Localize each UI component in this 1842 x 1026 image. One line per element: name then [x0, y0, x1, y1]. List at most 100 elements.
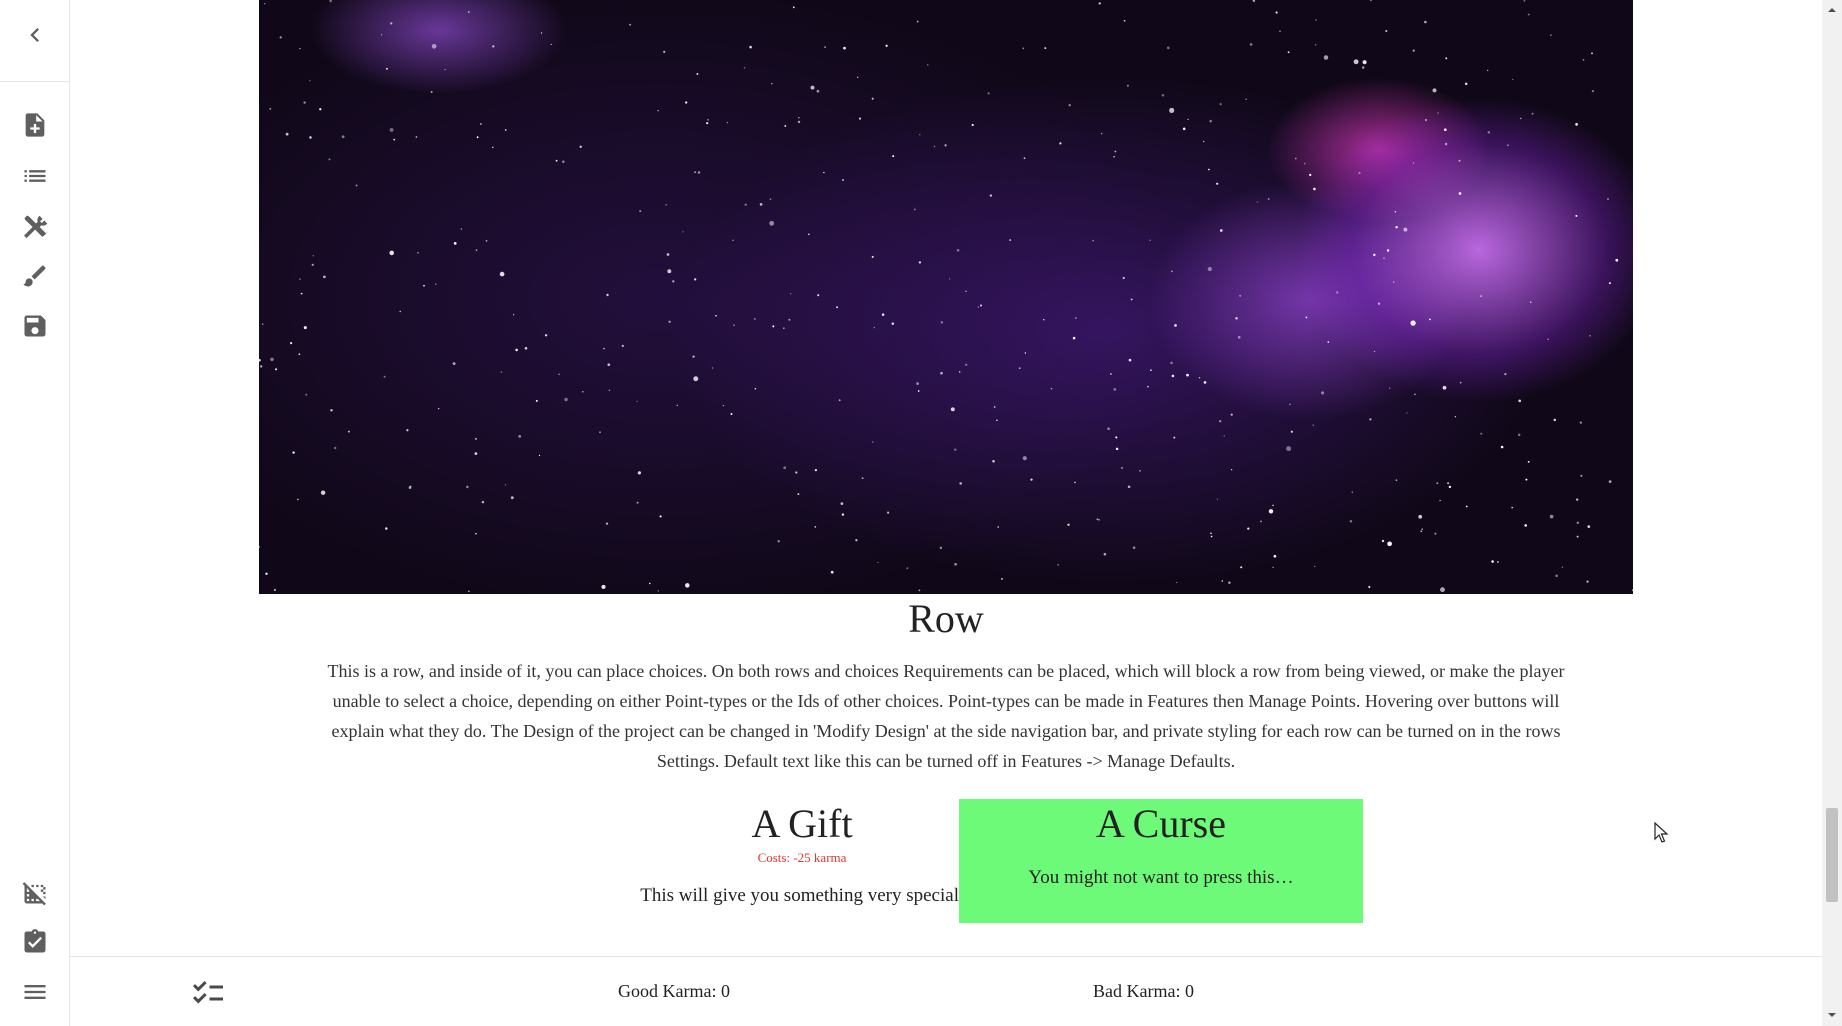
star	[965, 290, 967, 293]
selected-choices-icon[interactable]	[190, 975, 226, 1011]
star	[1120, 466, 1124, 469]
star	[1256, 201, 1258, 203]
star	[1115, 436, 1118, 439]
star	[380, 34, 383, 36]
star	[977, 306, 979, 308]
star	[685, 101, 688, 104]
choice-title: A Gift	[751, 801, 853, 846]
star	[1275, 11, 1278, 14]
star	[950, 407, 955, 412]
star	[1424, 20, 1427, 24]
star	[1439, 499, 1441, 502]
star	[259, 546, 260, 548]
star	[1074, 481, 1076, 484]
star	[840, 502, 844, 505]
star	[1361, 66, 1365, 69]
star	[1445, 57, 1448, 60]
star	[940, 371, 943, 375]
star	[1312, 424, 1314, 426]
star	[1412, 49, 1415, 52]
modify-design-icon[interactable]	[15, 256, 55, 296]
hide-images-icon[interactable]	[15, 873, 55, 913]
star	[841, 178, 845, 182]
star	[1113, 155, 1115, 158]
star	[996, 419, 998, 422]
star	[297, 498, 299, 501]
star	[1103, 552, 1107, 556]
star	[1289, 403, 1291, 406]
star	[1589, 334, 1591, 337]
star	[538, 454, 541, 457]
star	[858, 117, 862, 120]
star	[438, 407, 440, 410]
star	[782, 327, 785, 330]
star	[939, 546, 943, 550]
star	[558, 373, 560, 376]
save-icon[interactable]	[15, 306, 55, 346]
choice-a-curse[interactable]: A Curse You might not want to press this…	[959, 799, 1363, 923]
star	[1305, 316, 1308, 319]
clipboard-icon[interactable]	[15, 922, 55, 962]
star	[788, 318, 791, 321]
scroll-up-arrow-icon[interactable]	[1827, 5, 1837, 15]
star	[1315, 19, 1317, 21]
star	[334, 446, 337, 450]
star	[1555, 574, 1558, 578]
star	[423, 284, 425, 287]
features-tools-icon[interactable]	[15, 206, 55, 246]
star	[1107, 427, 1110, 431]
star	[279, 36, 282, 39]
vertical-scrollbar[interactable]	[1822, 0, 1842, 1026]
star	[1529, 301, 1532, 303]
star	[797, 120, 801, 124]
star	[754, 387, 757, 390]
star	[1018, 367, 1021, 369]
good-karma-points: Good Karma: 0	[618, 981, 730, 1001]
mouse-cursor-icon	[1654, 822, 1669, 843]
star	[607, 363, 611, 367]
star	[406, 429, 409, 432]
star	[562, 160, 565, 163]
scroll-down-arrow-icon[interactable]	[1827, 1010, 1837, 1020]
star	[808, 233, 810, 235]
star	[726, 121, 729, 124]
star	[1279, 30, 1281, 33]
star	[1358, 171, 1361, 175]
star	[696, 73, 699, 75]
star	[1203, 381, 1207, 384]
star	[1171, 374, 1175, 378]
star	[892, 155, 895, 158]
star	[460, 228, 463, 230]
star	[1373, 350, 1376, 353]
star	[262, 323, 264, 325]
star	[435, 283, 437, 285]
star	[954, 448, 957, 451]
star	[759, 203, 763, 206]
star	[663, 50, 666, 53]
points-bar: Good Karma: 0 Bad Karma: 0	[70, 956, 1822, 1026]
star	[1044, 47, 1047, 50]
star	[476, 136, 479, 139]
menu-icon[interactable]	[15, 972, 55, 1012]
star	[1444, 142, 1448, 146]
star	[1387, 541, 1392, 547]
star	[265, 572, 268, 575]
star	[444, 68, 446, 71]
star	[1059, 142, 1062, 145]
star	[1147, 385, 1149, 388]
star	[1100, 132, 1103, 135]
star	[1294, 157, 1297, 160]
star	[1228, 581, 1231, 584]
choice-a-gift[interactable]: A Gift Costs: -25 karma This will give y…	[600, 799, 1004, 923]
choice-description: You might not want to press this…	[1028, 867, 1294, 888]
collapse-chevron-icon[interactable]	[15, 15, 55, 55]
star	[481, 500, 485, 504]
star	[753, 317, 756, 320]
row-banner-image	[259, 0, 1633, 594]
star	[579, 145, 582, 148]
new-project-icon[interactable]	[15, 105, 55, 145]
scrollbar-thumb[interactable]	[1826, 808, 1838, 902]
star	[711, 367, 714, 369]
star	[1395, 226, 1398, 229]
rows-list-icon[interactable]	[15, 156, 55, 196]
